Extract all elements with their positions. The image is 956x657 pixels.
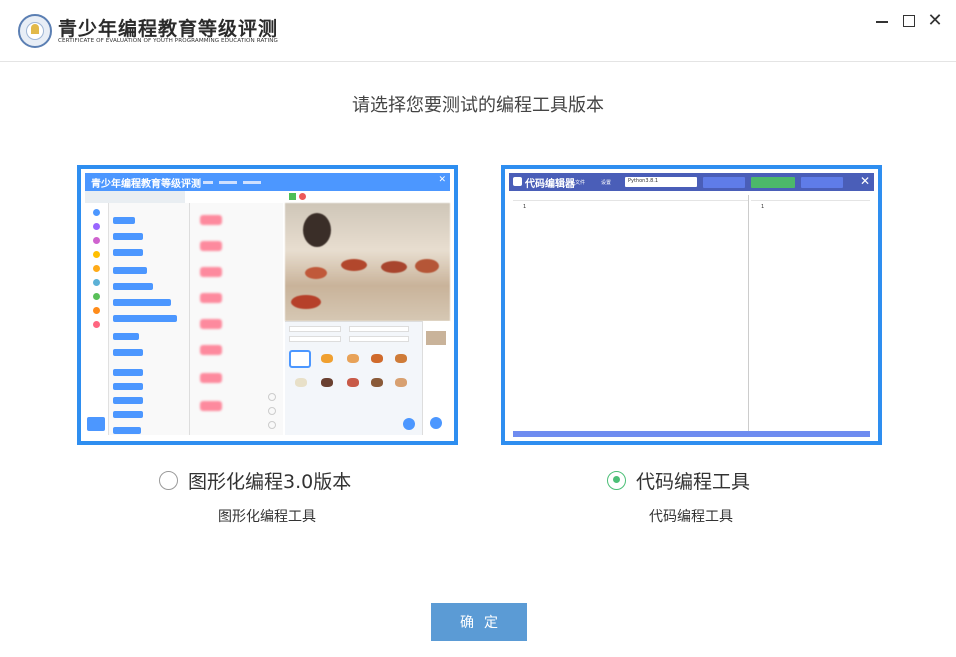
preview-menu-file: 文件	[575, 180, 586, 186]
maximize-icon[interactable]	[900, 12, 918, 30]
preview-backdrop-panel	[422, 321, 450, 435]
page-prompt: 请选择您要测试的编程工具版本	[352, 95, 604, 116]
minimize-icon[interactable]	[873, 12, 891, 30]
title-bar: 青少年编程教育等级评测 CERTIFICATE OF EVALUATION OF…	[0, 0, 956, 62]
radio-option-code[interactable]: 代码编程工具	[607, 467, 750, 493]
preview-header: 代码编辑器 文件 设置 Python3.8.1 ✕	[509, 173, 874, 191]
preview-stage-toolbar	[285, 191, 450, 203]
radio-option-graphical[interactable]: 图形化编程3.0版本	[159, 467, 351, 493]
option-card-code[interactable]: 代码编辑器 文件 设置 Python3.8.1 ✕ 1 1	[501, 165, 882, 445]
app-logo	[18, 14, 52, 48]
preview-close-icon: ✕	[859, 174, 870, 188]
option-caption: 代码编程工具	[649, 509, 733, 525]
preview-python-select: Python3.8.1	[625, 177, 697, 187]
app-window: 青少年编程教育等级评测 CERTIFICATE OF EVALUATION OF…	[0, 0, 956, 657]
preview-blue-button	[801, 177, 843, 188]
preview-tabs	[85, 191, 185, 203]
preview-block-palette	[109, 203, 189, 435]
option-card-graphical[interactable]: 青少年编程教育等级评测 ✕	[77, 165, 458, 445]
preview-line-number: 1	[761, 204, 765, 210]
preview-green-button	[751, 177, 795, 188]
preview-code-pane: 1	[513, 195, 749, 431]
preview-script-area	[189, 203, 283, 435]
option-label: 代码编程工具	[636, 470, 751, 493]
option-label: 图形化编程3.0版本	[188, 470, 352, 493]
app-subtitle: CERTIFICATE OF EVALUATION OF YOUTH PROGR…	[58, 38, 278, 44]
preview-stage-image	[285, 203, 450, 321]
preview-footer-bar	[513, 431, 870, 437]
preview-category-list	[85, 203, 109, 435]
preview-close-icon: ✕	[438, 175, 446, 185]
option-caption: 图形化编程工具	[218, 509, 316, 525]
app-title: 青少年编程教育等级评测	[58, 18, 279, 40]
code-editor-logo	[513, 177, 522, 186]
preview-output-pane: 1	[751, 195, 870, 431]
preview-menu-settings: 设置	[601, 180, 612, 186]
preview-header: 青少年编程教育等级评测 ✕	[85, 173, 450, 191]
close-icon[interactable]: ✕	[926, 12, 944, 30]
confirm-button[interactable]: 确定	[431, 603, 527, 641]
preview-sprite-panel	[285, 321, 422, 435]
preview-line-number: 1	[523, 204, 527, 210]
radio-unchecked-icon[interactable]	[159, 470, 178, 490]
radio-checked-icon[interactable]	[607, 470, 626, 490]
preview-title: 代码编辑器	[525, 179, 575, 190]
preview-title: 青少年编程教育等级评测	[91, 179, 201, 190]
preview-run-button	[703, 177, 745, 188]
